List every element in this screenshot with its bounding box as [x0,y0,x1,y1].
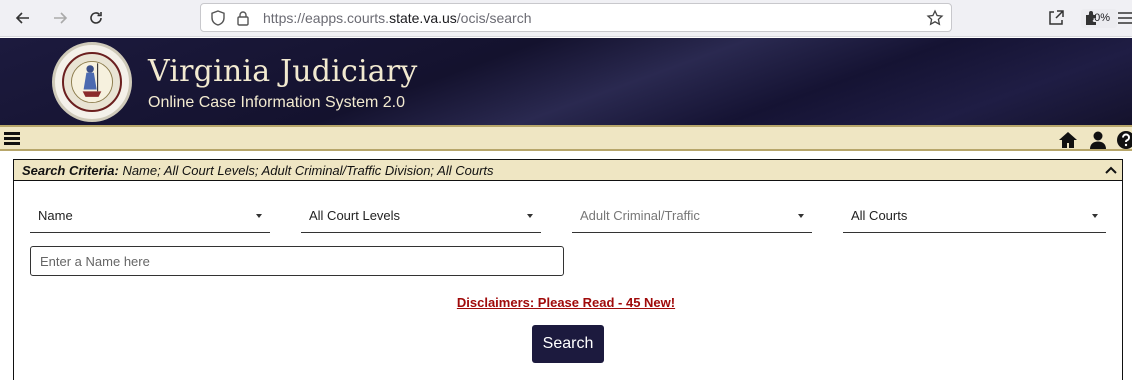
caret-down-icon [798,214,804,218]
seal-emblem [62,52,122,112]
url-prefix: https://eapps.courts. [263,10,390,26]
court-level-value: All Court Levels [309,208,401,223]
menu-bar [0,125,1132,151]
disclaimer-link[interactable]: Disclaimers: Please Read - 45 New! [457,295,675,310]
search-criteria-bar[interactable]: Search Criteria: Name; All Court Levels;… [13,159,1123,181]
menu-icon[interactable] [4,132,20,146]
search-by-select[interactable]: Name [30,200,270,233]
division-select[interactable]: Adult Criminal/Traffic [572,200,812,233]
caret-down-icon [256,214,262,218]
chevron-up-icon[interactable] [1104,163,1118,177]
url-host: state.va.us [389,10,457,26]
search-criteria-label: Search Criteria: [22,163,119,178]
site-title: Virginia Judiciary [148,54,418,89]
site-subtitle: Online Case Information System 2.0 [148,94,406,111]
url-text[interactable]: https://eapps.courts.state.va.us/ocis/se… [263,10,531,26]
virginia-seal-logo[interactable] [52,42,132,122]
shield-icon[interactable] [209,9,227,27]
search-criteria-text: Search Criteria: Name; All Court Levels;… [22,163,494,178]
arrow-right-icon [54,12,68,24]
help-icon[interactable] [1116,130,1132,150]
arrow-left-icon [15,12,29,24]
lock-icon[interactable] [234,9,252,27]
back-button[interactable] [11,7,35,29]
name-search-input[interactable] [30,246,564,276]
share-icon[interactable] [1046,8,1066,28]
user-icon[interactable] [1088,130,1108,150]
disclaimer-container: Disclaimers: Please Read - 45 New! [0,295,1132,310]
address-bar[interactable]: https://eapps.courts.state.va.us/ocis/se… [200,3,1117,32]
hamburger-menu-icon[interactable] [1115,8,1132,28]
court-level-select[interactable]: All Court Levels [301,200,541,233]
browser-toolbar: https://eapps.courts.state.va.us/ocis/se… [0,0,1132,37]
reload-button[interactable] [84,7,108,29]
site-header: Virginia Judiciary Online Case Informati… [0,38,1132,125]
url-path: /ocis/search [456,10,532,26]
division-value: Adult Criminal/Traffic [580,208,700,223]
search-button[interactable]: Search [532,325,604,363]
bookmark-star-icon[interactable] [926,9,944,27]
reload-icon [90,12,102,24]
seal-figure-icon [71,61,113,103]
home-icon[interactable] [1058,130,1078,150]
forward-button[interactable] [48,7,72,29]
court-value: All Courts [851,208,908,223]
search-by-value: Name [38,208,73,223]
caret-down-icon [1092,214,1098,218]
search-criteria-value: Name; All Court Levels; Adult Criminal/T… [118,163,494,178]
extensions-icon[interactable] [1082,8,1102,28]
caret-down-icon [527,214,533,218]
court-select[interactable]: All Courts [843,200,1106,233]
